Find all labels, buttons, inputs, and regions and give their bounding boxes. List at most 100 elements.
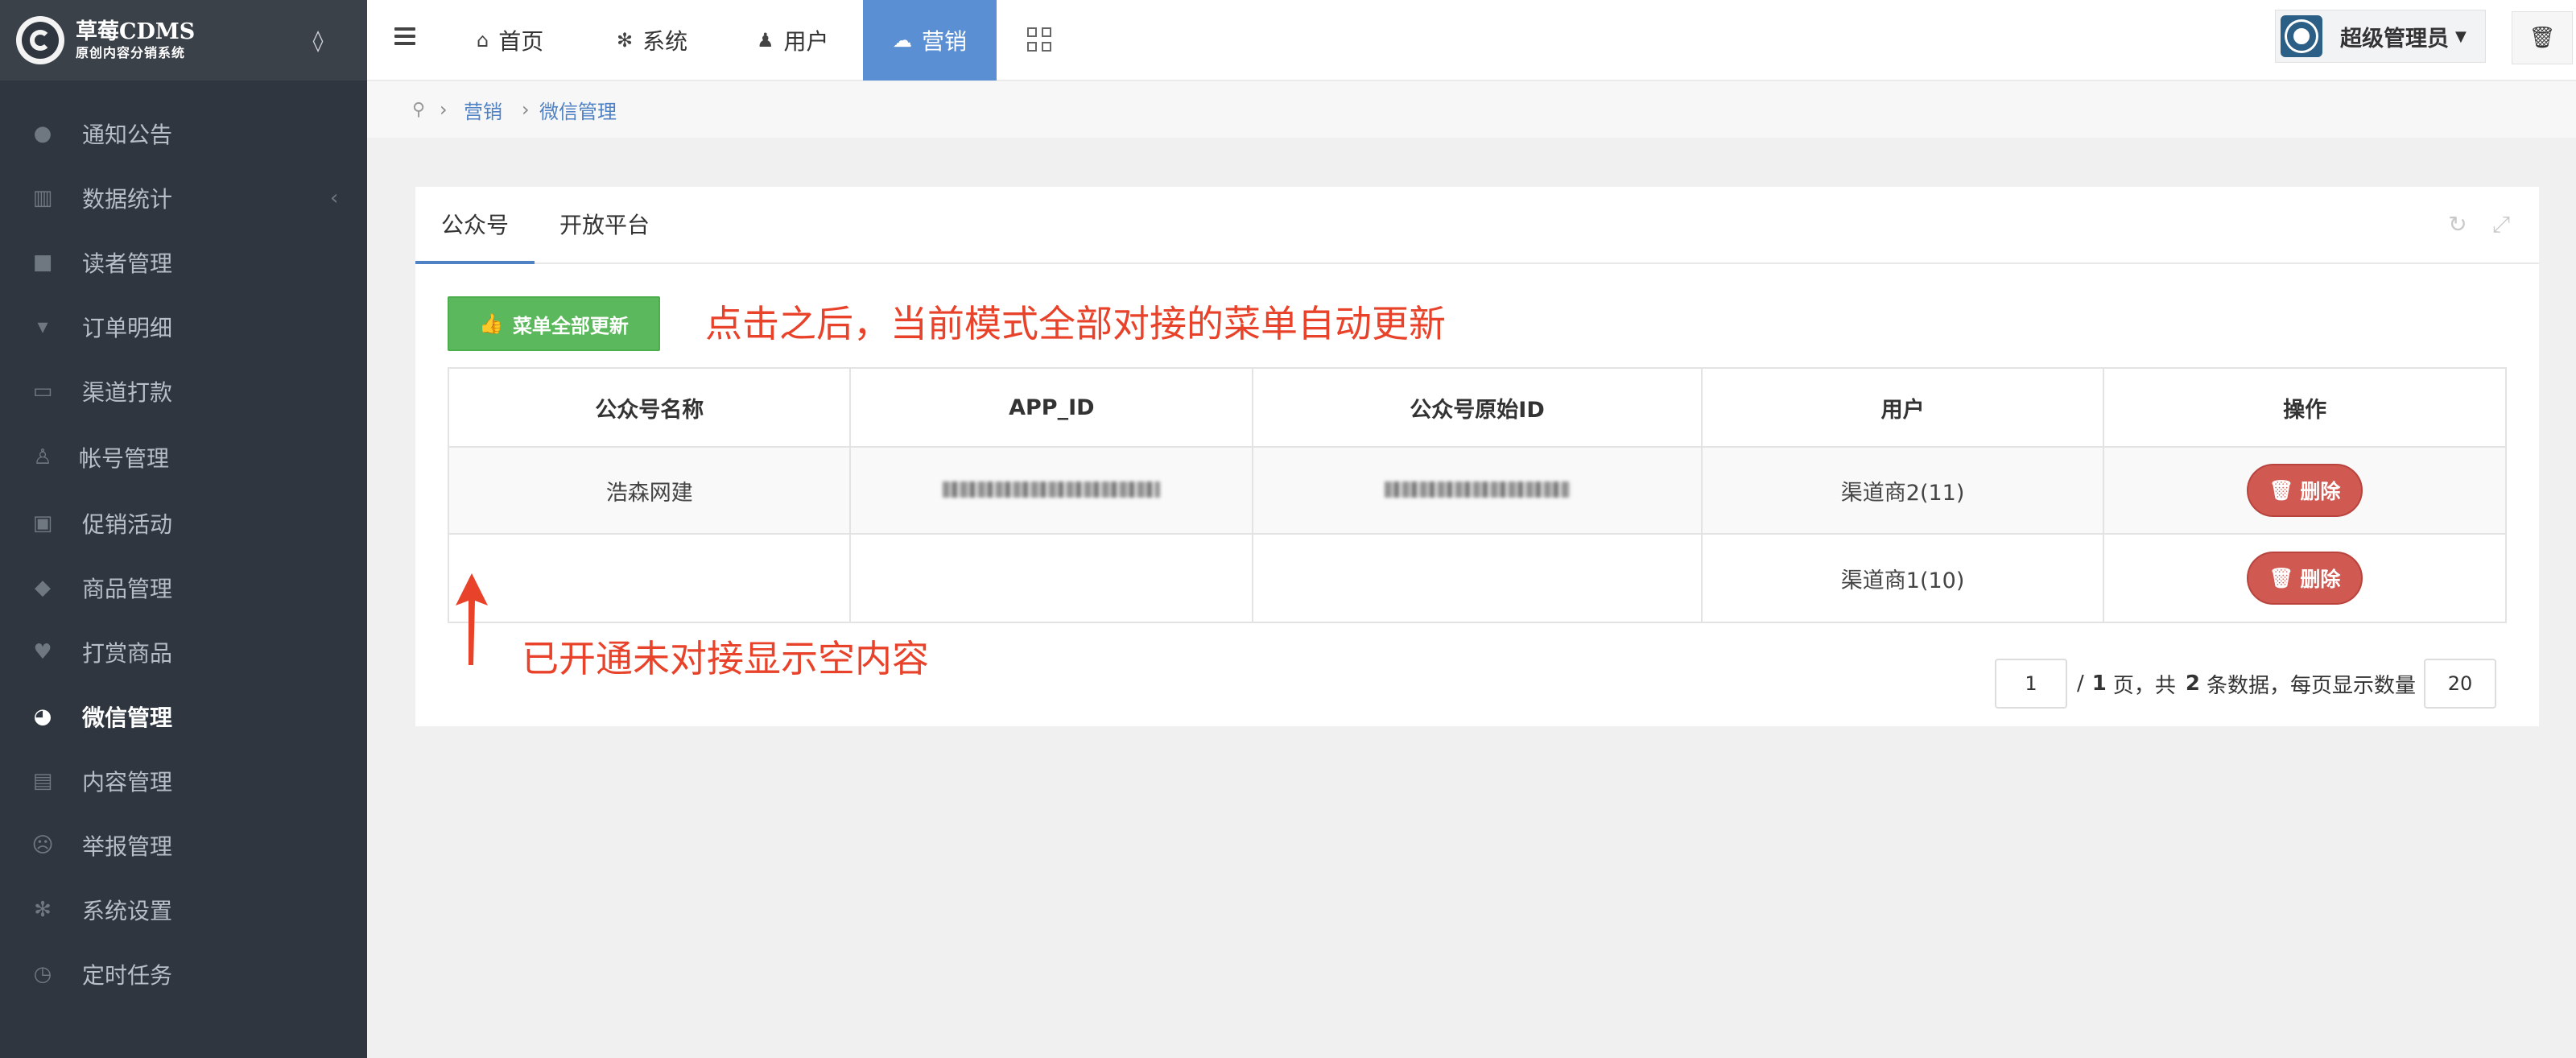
user-lock-icon: ■	[32, 250, 53, 275]
trash-icon: 🗑	[2529, 26, 2556, 50]
card-icon: ▭	[32, 379, 53, 403]
column-header: 操作	[2103, 367, 2507, 448]
sidebar-item-products[interactable]: ◆ 商品管理	[0, 556, 367, 620]
table-row: 浩森网建 渠道商2(11) 🗑 删除	[447, 446, 2507, 535]
wechat-panel: 公众号 开放平台 ↻ ⤢ 👍 菜单全部更新 点击之后，当前模式全部对接的菜单自动…	[415, 187, 2539, 726]
top-navbar: ⌂ 首页 ✻ 系统 ♟ 用户 ☁ 营销 超级管理员 ▼ 🗑	[367, 0, 2576, 81]
sidebar-item-label: 内容管理	[82, 769, 173, 796]
sidebar-item-settings[interactable]: ✻ 系统设置	[0, 878, 367, 942]
account-name-cell: 浩森网建	[447, 446, 852, 535]
refresh-icon[interactable]: ↻	[2444, 211, 2471, 238]
chevron-left-icon: ‹	[330, 186, 339, 210]
topnav-label: 首页	[498, 28, 544, 55]
sidebar-item-payout[interactable]: ▭ 渠道打款	[0, 359, 367, 424]
annotation-bottom: 已开通未对接显示空内容	[522, 637, 929, 680]
user-icon: ♙	[33, 445, 52, 469]
delete-button[interactable]: 🗑 删除	[2247, 464, 2363, 517]
tab-open-platform[interactable]: 开放平台	[552, 187, 657, 264]
user-menu[interactable]: 超级管理员 ▼	[2275, 10, 2486, 63]
annotation-arrow-icon	[456, 573, 488, 665]
accounts-table: 公众号名称 APP_ID 公众号原始ID 用户 操作 浩森网建 渠道商2(11)…	[447, 367, 2507, 623]
sidebar-item-rewards[interactable]: ♥ 打赏商品	[0, 620, 367, 684]
sidebar-item-label: 促销活动	[82, 511, 173, 538]
sidebar-item-readers[interactable]: ■ 读者管理	[0, 230, 367, 295]
sidebar-item-label: 微信管理	[82, 705, 173, 731]
thumbs-up-icon: 👍	[479, 312, 503, 335]
redacted-app-id	[943, 481, 1161, 498]
sidebar-item-stats[interactable]: ▥ 数据统计 ‹	[0, 166, 367, 230]
bar-chart-icon: ▥	[32, 186, 53, 210]
sidebar-item-reports[interactable]: ☹ 举报管理	[0, 813, 367, 878]
pagination: 1 / 1 页，共 2 条数据，每页显示数量 20	[1995, 659, 2496, 709]
sidebar-item-label: 系统设置	[82, 898, 173, 924]
briefcase-icon: ▣	[32, 511, 53, 535]
sidebar-item-label: 举报管理	[82, 833, 173, 860]
clear-cache-button[interactable]: 🗑	[2512, 11, 2573, 64]
sidebar-item-wechat[interactable]: ◕ 微信管理	[0, 684, 367, 749]
gear-icon: ✻	[34, 898, 52, 922]
caret-down-icon: ▼	[2455, 27, 2467, 45]
sidebar-item-notice[interactable]: ● 通知公告	[0, 101, 367, 166]
home-icon: ⌂	[477, 29, 489, 52]
column-header: APP_ID	[849, 367, 1254, 448]
theme-drop-icon[interactable]: ◊	[308, 29, 328, 53]
column-header: 公众号原始ID	[1252, 367, 1703, 448]
topnav-label: 系统	[642, 28, 688, 55]
topnav-home[interactable]: ⌂ 首页	[477, 0, 543, 81]
page-suffix: 页，共	[2112, 673, 2176, 698]
sidebar-item-label: 订单明细	[82, 315, 173, 341]
records-text: 条数据，每页显示数量	[2206, 673, 2416, 698]
sidebar-item-label: 打赏商品	[82, 640, 173, 667]
expand-icon[interactable]: ⤢	[2487, 211, 2515, 238]
sidebar-item-accounts[interactable]: ♙ 帐号管理	[0, 425, 367, 490]
breadcrumb-separator: ›	[440, 98, 448, 121]
total-records: 2	[2185, 672, 2200, 696]
account-name-cell	[447, 533, 852, 623]
sidebar-item-cron[interactable]: ◷ 定时任务	[0, 942, 367, 1006]
sidebar-item-label: 定时任务	[82, 962, 173, 989]
wechat-icon: ◕	[33, 705, 52, 729]
breadcrumb-item[interactable]: 营销	[464, 96, 502, 124]
tab-official-account[interactable]: 公众号	[415, 187, 535, 264]
user-cell: 渠道商2(11)	[1700, 446, 2105, 535]
heart-icon: ♥	[33, 640, 52, 664]
location-pin-icon: ⚲	[412, 99, 426, 120]
topnav-label: 用户	[783, 28, 829, 55]
sidebar-item-content[interactable]: ▤ 内容管理	[0, 749, 367, 813]
breadcrumb: ⚲ › 营销 › 微信管理	[367, 81, 2576, 138]
breadcrumb-item[interactable]: 微信管理	[539, 96, 617, 124]
update-button-label: 菜单全部更新	[512, 314, 629, 337]
topnav-marketing[interactable]: ☁ 营销	[863, 0, 997, 81]
table-row: 渠道商1(10) 🗑 删除	[447, 533, 2507, 623]
topnav-user[interactable]: ♟ 用户	[757, 0, 829, 81]
user-cell: 渠道商1(10)	[1700, 533, 2105, 623]
cart-icon: ▾	[37, 315, 48, 339]
cloud-icon: ☁	[892, 29, 912, 52]
logo-icon	[16, 16, 64, 64]
sidebar-item-orders[interactable]: ▾ 订单明细	[0, 295, 367, 359]
clock-icon: ◷	[33, 962, 52, 986]
sidebar-item-label: 帐号管理	[79, 445, 170, 472]
topnav-system[interactable]: ✻ 系统	[617, 0, 687, 81]
page-number-input[interactable]: 1	[1995, 659, 2067, 709]
delete-label: 删除	[2300, 480, 2341, 503]
sidebar-item-label: 商品管理	[82, 576, 173, 602]
delete-button[interactable]: 🗑 删除	[2247, 552, 2363, 605]
apps-grid-icon[interactable]	[1027, 27, 1051, 52]
page-size-input[interactable]: 20	[2423, 659, 2496, 709]
topnav-label: 营销	[921, 28, 967, 55]
annotation-top: 点击之后，当前模式全部对接的菜单自动更新	[705, 302, 1446, 345]
column-header: 公众号名称	[447, 367, 852, 448]
frown-icon: ☹	[31, 833, 54, 858]
original-id-cell	[1252, 533, 1703, 623]
chat-bubble-icon: ●	[33, 122, 52, 146]
trash-icon: 🗑	[2268, 479, 2294, 502]
app-id-cell	[849, 533, 1254, 623]
update-all-menus-button[interactable]: 👍 菜单全部更新	[448, 296, 660, 351]
sidebar-item-label: 读者管理	[82, 250, 173, 277]
sidebar-item-promotions[interactable]: ▣ 促销活动	[0, 491, 367, 556]
avatar	[2281, 15, 2322, 57]
column-header: 用户	[1700, 367, 2105, 448]
book-icon: ▤	[32, 769, 53, 793]
menu-toggle-icon[interactable]	[394, 27, 415, 45]
